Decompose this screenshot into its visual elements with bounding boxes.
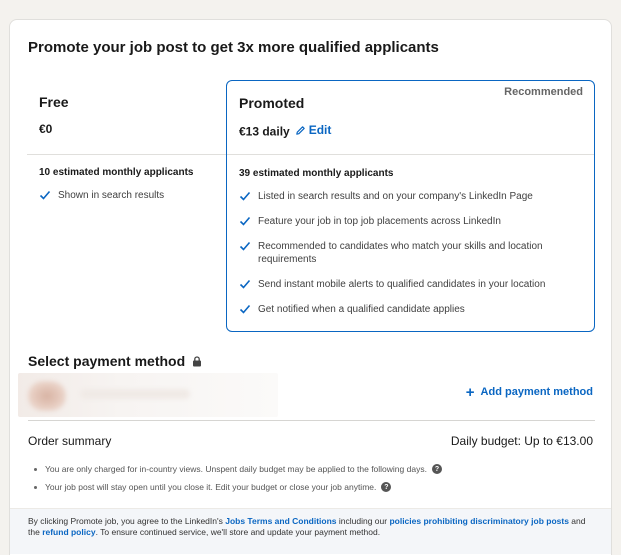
edit-budget-link[interactable]: Edit [295, 123, 331, 137]
estimated-applicants: 10 estimated monthly applicants [39, 167, 194, 178]
note-item: You are only charged for in-country view… [34, 464, 442, 474]
plan-comparison: Free €0 10 estimated monthly applicants … [27, 80, 595, 332]
checkmark-icon [239, 190, 251, 202]
checkmark-icon [239, 303, 251, 315]
checkmark-icon [239, 215, 251, 227]
card-details-redacted [80, 389, 190, 399]
payment-section-title: Select payment method [28, 353, 202, 369]
pencil-icon [295, 125, 305, 135]
estimated-applicants: 39 estimated monthly applicants [239, 168, 394, 179]
note-item: Your job post will stay open until you c… [34, 482, 442, 492]
plan-price: €13 daily Edit [239, 123, 332, 139]
saved-payment-card[interactable] [18, 373, 278, 417]
discrimination-policy-link[interactable]: policies prohibiting discriminatory job … [389, 516, 568, 526]
plan-free[interactable]: Free €0 10 estimated monthly applicants … [27, 80, 226, 332]
summary-notes: You are only charged for in-country view… [34, 464, 442, 500]
plan-price: €0 [39, 122, 53, 136]
order-summary-label: Order summary [28, 434, 112, 448]
plus-icon: + [465, 383, 475, 401]
help-icon[interactable]: ? [431, 464, 442, 474]
jobs-terms-link[interactable]: Jobs Terms and Conditions [225, 516, 336, 526]
plan-name: Free [39, 94, 69, 110]
feature-item: Recommended to candidates who match your… [239, 240, 582, 266]
bullet [34, 485, 37, 489]
recommended-badge: Recommended [504, 86, 583, 98]
feature-item: Listed in search results and on your com… [239, 190, 582, 203]
help-icon[interactable]: ? [381, 482, 392, 492]
plan-promoted[interactable]: Recommended Promoted €13 daily Edit 39 es… [226, 80, 595, 332]
feature-item: Shown in search results [39, 189, 214, 202]
add-payment-method-button[interactable]: + Add payment method [465, 383, 593, 401]
legal-notice: By clicking Promote job, you agree to th… [10, 508, 611, 554]
checkmark-icon [239, 278, 251, 290]
feature-item: Send instant mobile alerts to qualified … [239, 278, 582, 291]
section-divider [28, 420, 595, 421]
plan-name: Promoted [239, 95, 305, 111]
checkmark-icon [239, 240, 251, 252]
feature-item: Feature your job in top job placements a… [239, 215, 582, 228]
daily-budget-value: Daily budget: Up to €13.00 [450, 434, 593, 448]
page-title: Promote your job post to get 3x more qua… [28, 39, 439, 56]
feature-item: Get notified when a qualified candidate … [239, 303, 582, 316]
card-thumbnail [28, 381, 66, 411]
lock-icon [192, 355, 202, 367]
checkmark-icon [39, 189, 51, 201]
promote-job-card: Promote your job post to get 3x more qua… [9, 19, 612, 555]
refund-policy-link[interactable]: refund policy [42, 527, 95, 537]
bullet [34, 467, 37, 471]
